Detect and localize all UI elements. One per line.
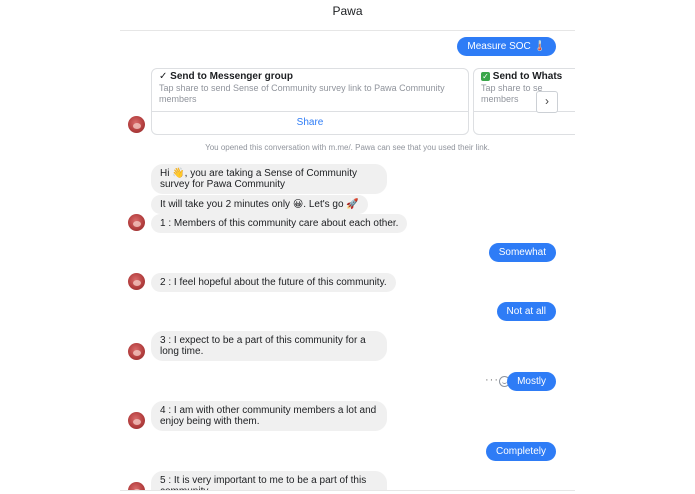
chevron-right-icon[interactable]: › xyxy=(536,91,558,113)
bot-avatar-icon xyxy=(128,214,145,231)
time-note-bubble: It will take you 2 minutes only 😀. Let's… xyxy=(151,195,368,214)
card-subtitle-messenger: Tap share to send Sense of Community sur… xyxy=(159,83,445,104)
card-title-text: Send to Whats xyxy=(492,71,563,82)
bot-avatar-icon xyxy=(128,412,145,429)
card-title-whatsapp: ✓ Send to Whats xyxy=(474,71,575,83)
message-thread[interactable]: Measure SOC 🌡️ ✓ Send to Messenger group… xyxy=(120,31,575,490)
question-bubble-2: 2 : I feel hopeful about the future of t… xyxy=(151,273,396,292)
answer-bubble-2: Not at all xyxy=(496,302,556,321)
share-card-messenger: ✓ Send to Messenger group Tap share to s… xyxy=(151,68,469,135)
conversation-header: Pawa xyxy=(120,0,575,31)
share-button-2[interactable] xyxy=(474,111,575,134)
bot-avatar-icon xyxy=(128,116,145,133)
question-bubble-4: 4 : I am with other community members a … xyxy=(151,401,387,431)
bot-avatar-icon xyxy=(128,273,145,290)
answer-bubble-4: Completely xyxy=(485,442,556,461)
conversation-title: Pawa xyxy=(332,4,363,18)
check-icon: ✓ xyxy=(159,71,168,82)
share-card-whatsapp: ✓ Send to Whats Tap share to se members xyxy=(473,68,575,135)
measure-soc-bubble: Measure SOC 🌡️ xyxy=(457,37,556,56)
greeting-bubble: Hi 👋, you are taking a Sense of Communit… xyxy=(151,164,387,194)
check-box-icon: ✓ xyxy=(481,72,490,81)
composer-divider xyxy=(120,490,575,491)
card-title-messenger: ✓ Send to Messenger group xyxy=(152,71,468,83)
answer-bubble-3: Mostly xyxy=(507,372,556,391)
bot-avatar-icon xyxy=(128,482,145,490)
bot-avatar-icon xyxy=(128,343,145,360)
card-title-text: Send to Messenger group xyxy=(170,71,293,82)
link-notice: You opened this conversation with m.me/.… xyxy=(205,143,490,152)
question-bubble-1: 1 : Members of this community care about… xyxy=(151,214,408,233)
answer-bubble-1: Somewhat xyxy=(488,243,556,262)
question-bubble-5: 5 : It is very important to me to be a p… xyxy=(151,471,387,490)
question-bubble-3: 3 : I expect to be a part of this commun… xyxy=(151,331,387,361)
share-button[interactable]: Share xyxy=(152,111,468,134)
typing-icon: ··· xyxy=(485,374,499,386)
